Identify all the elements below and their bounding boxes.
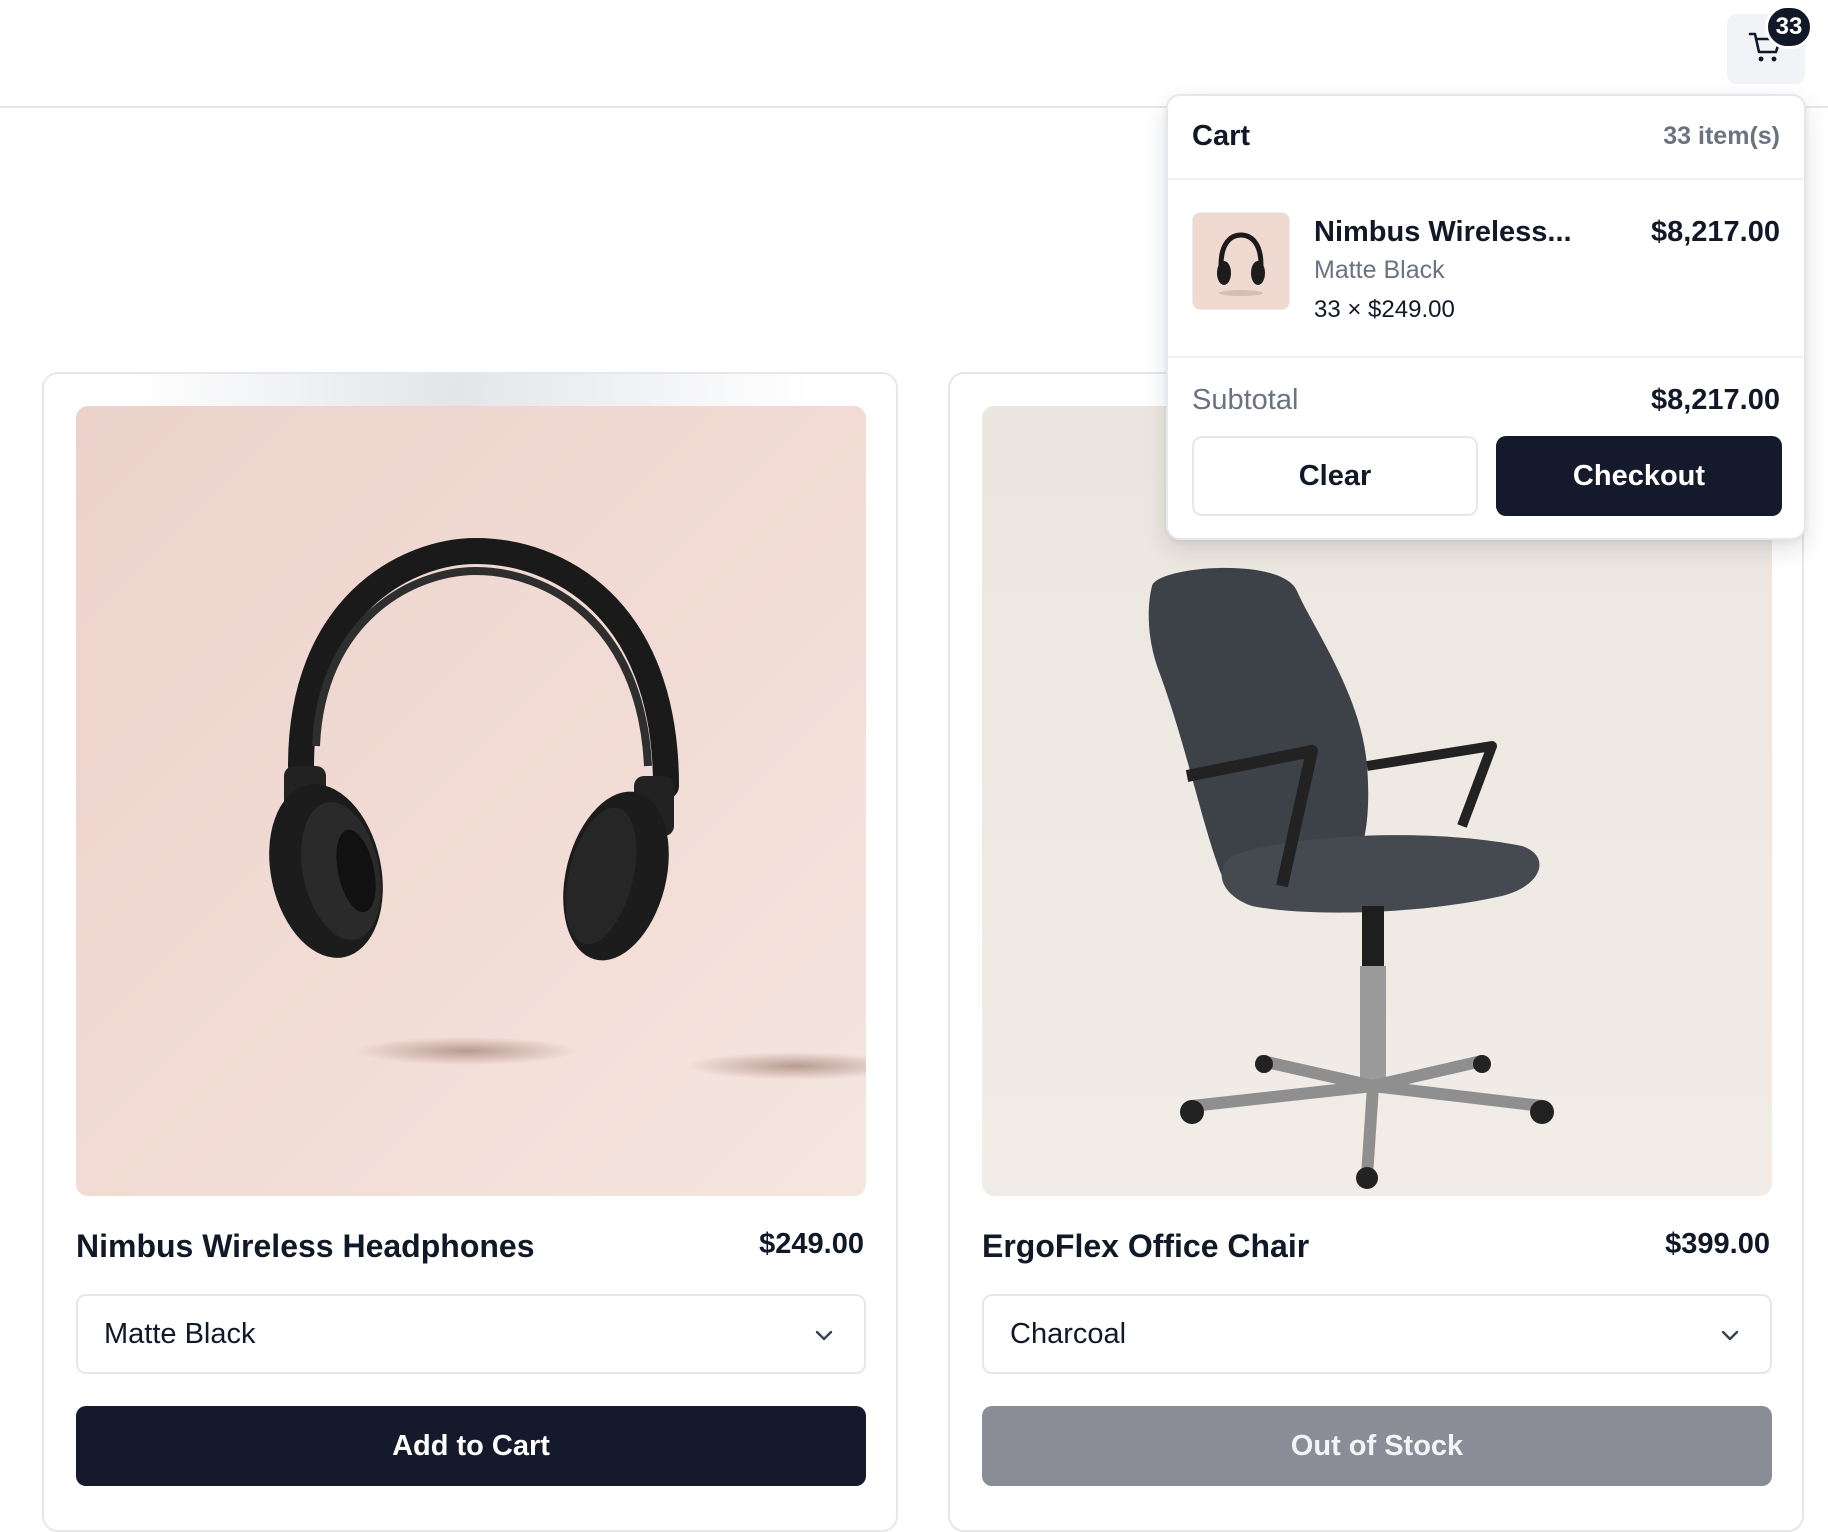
headphones-image: [76, 406, 866, 1196]
cart-item-name: Nimbus Wireless...: [1314, 216, 1572, 248]
out-of-stock-button: Out of Stock: [982, 1406, 1772, 1486]
clear-cart-button[interactable]: Clear: [1192, 436, 1478, 516]
subtotal-value: $8,217.00: [1650, 384, 1780, 416]
cart-item-line-total: $8,217.00: [1650, 216, 1780, 248]
cart-dropdown: Cart 33 item(s) Nimbus Wireless... Matte…: [1166, 94, 1806, 540]
chevron-down-icon: [812, 1322, 836, 1355]
chevron-down-icon: [1718, 1322, 1742, 1355]
cart-item-quantity-price: 33 × $249.00: [1314, 296, 1455, 323]
add-to-cart-button[interactable]: Add to Cart: [76, 1406, 866, 1486]
cart-item-variant: Matte Black: [1314, 256, 1445, 284]
cart-title: Cart: [1192, 120, 1251, 152]
cart-count-badge: 33: [1765, 5, 1813, 49]
variant-selected-value: Matte Black: [104, 1317, 256, 1350]
product-card-office-chair: ErgoFlex Office Chair $399.00 Charcoal O…: [948, 372, 1804, 1532]
product-price: $399.00: [1665, 1228, 1770, 1260]
variant-select[interactable]: Charcoal: [982, 1294, 1772, 1374]
cart-line-item: Nimbus Wireless... Matte Black 33 × $249…: [1168, 180, 1804, 358]
product-price: $249.00: [759, 1228, 864, 1260]
card-top-highlight: [44, 374, 896, 408]
top-bar: [0, 0, 1828, 108]
product-title: ErgoFlex Office Chair: [982, 1228, 1310, 1264]
product-card-headphones: Nimbus Wireless Headphones $249.00 Matte…: [42, 372, 898, 1532]
checkout-button[interactable]: Checkout: [1496, 436, 1782, 516]
variant-selected-value: Charcoal: [1010, 1317, 1127, 1350]
cart-item-count: 33 item(s): [1663, 122, 1780, 150]
product-title: Nimbus Wireless Headphones: [76, 1228, 535, 1264]
cart-item-thumbnail: [1192, 212, 1290, 310]
cart-dropdown-header: Cart 33 item(s): [1168, 96, 1804, 180]
subtotal-label: Subtotal: [1192, 384, 1299, 416]
variant-select[interactable]: Matte Black: [76, 1294, 866, 1374]
